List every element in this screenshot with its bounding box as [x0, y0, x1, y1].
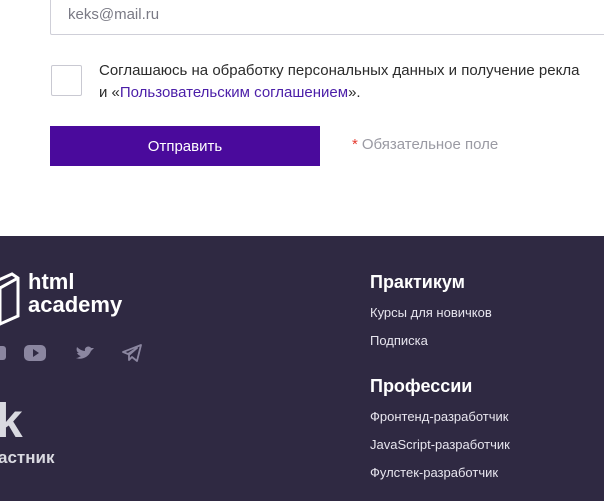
footer-link-beginner-courses[interactable]: Курсы для новичков [370, 305, 492, 320]
consent-checkbox[interactable] [51, 65, 82, 96]
consent-suffix: ». [348, 84, 361, 101]
email-field[interactable] [50, 0, 604, 35]
required-star: * [352, 136, 358, 153]
vk-icon[interactable] [0, 342, 8, 364]
user-agreement-link[interactable]: Пользовательским соглашением [120, 84, 348, 101]
logo-text: html academy [28, 270, 122, 316]
footer-link-subscription[interactable]: Подписка [370, 333, 428, 348]
site-footer: html academy k астник Практикум Курсы дл… [0, 236, 604, 501]
twitter-icon[interactable] [74, 342, 96, 364]
footer-link-fullstack[interactable]: Фулстек-разработчик [370, 465, 498, 480]
partner-logo-mark: k [0, 395, 23, 448]
professions-column: Профессии [370, 376, 472, 397]
consent-prefix: и « [99, 84, 120, 101]
youtube-icon[interactable] [23, 342, 47, 364]
practicum-column: Практикум [370, 272, 465, 293]
footer-link-javascript[interactable]: JavaScript-разработчик [370, 437, 510, 452]
partner-logo-caption: астник [0, 448, 55, 467]
required-label: Обязательное поле [361, 136, 499, 153]
consent-line-1: Соглашаюсь на обработку персональных дан… [99, 62, 580, 79]
logo-cube-icon [0, 272, 20, 326]
submit-button[interactable]: Отправить [50, 126, 320, 166]
practicum-title: Практикум [370, 272, 465, 292]
required-field-note: * Обязательное поле [352, 136, 498, 153]
consent-text: Соглашаюсь на обработку персональных дан… [99, 60, 604, 104]
professions-title: Профессии [370, 376, 473, 396]
feedback-form: Соглашаюсь на обработку персональных дан… [0, 0, 604, 236]
footer-link-frontend[interactable]: Фронтенд-разработчик [370, 409, 508, 424]
logo-line-html: html [28, 269, 75, 294]
logo-line-academy: academy [28, 292, 123, 317]
html-academy-logo[interactable]: html academy [0, 270, 140, 326]
telegram-icon[interactable] [121, 342, 143, 364]
